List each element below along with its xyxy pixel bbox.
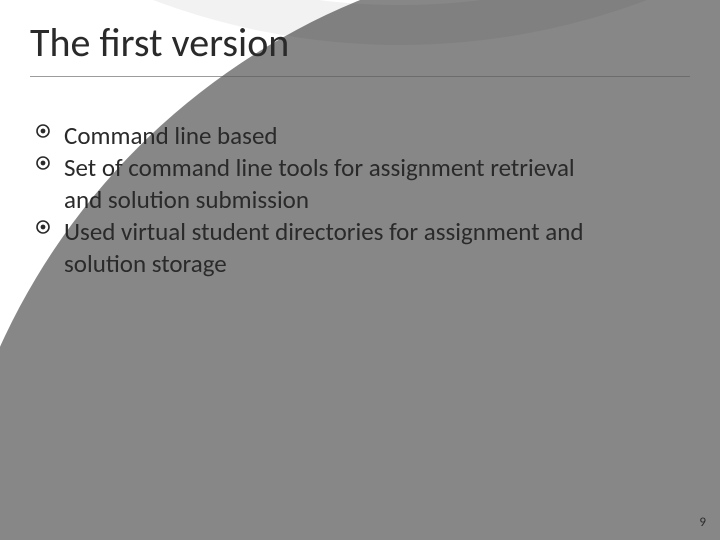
- title-underline: [30, 76, 690, 77]
- bullet-marker-icon: [36, 156, 50, 170]
- bullet-text: Set of command line tools for assignment…: [64, 152, 575, 215]
- slide-body: Command line based Set of command line t…: [36, 120, 606, 280]
- bullet-item: Command line based: [36, 120, 606, 152]
- bullet-marker-icon: [36, 124, 50, 138]
- bullet-text: Command line based: [64, 120, 278, 151]
- slide-title: The first version: [30, 18, 289, 67]
- bullet-item: Used virtual student directories for ass…: [36, 216, 606, 280]
- bullet-item: Set of command line tools for assignment…: [36, 152, 606, 216]
- bullet-marker-icon: [36, 220, 50, 234]
- page-number: 9: [699, 515, 706, 530]
- slide: The first version Command line based Set…: [0, 0, 720, 540]
- bullet-text: Used virtual student directories for ass…: [64, 216, 583, 279]
